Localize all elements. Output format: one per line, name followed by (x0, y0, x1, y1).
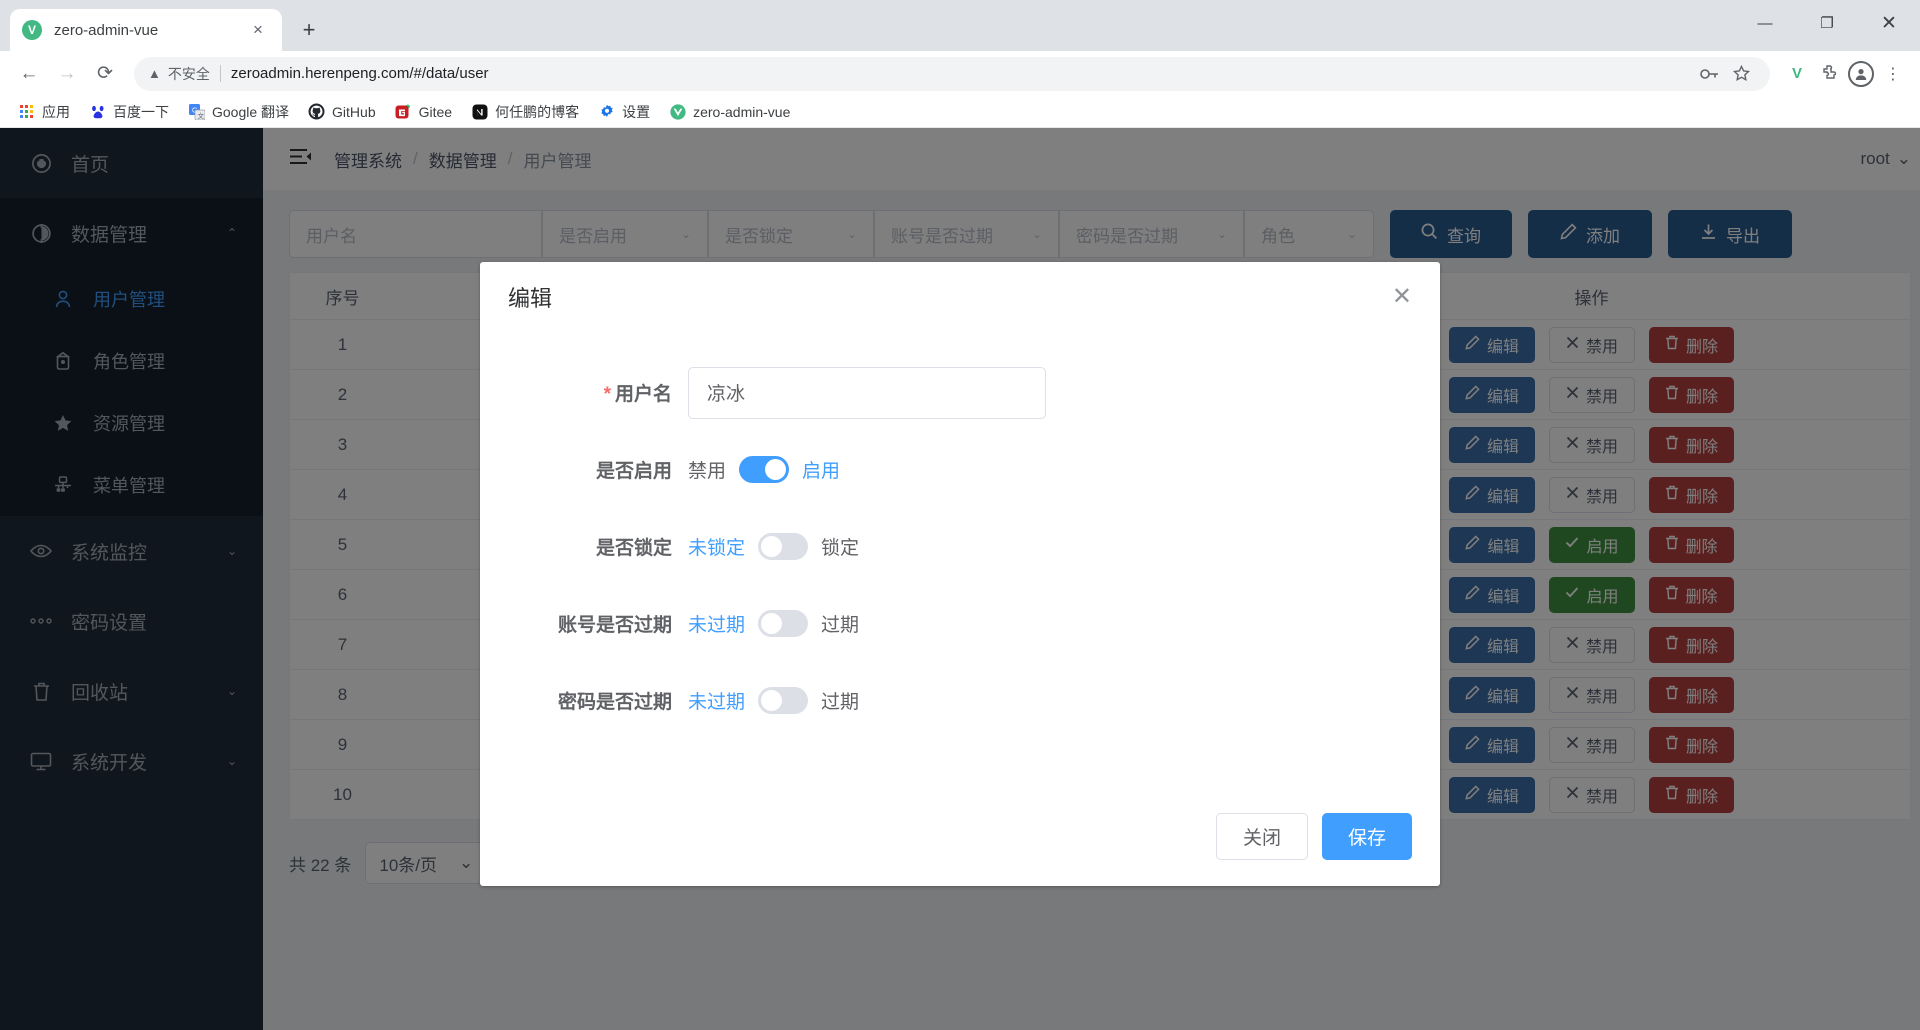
switch-knob (761, 613, 783, 634)
bookmark-google-translate[interactable]: G文 Google 翻译 (180, 99, 297, 125)
omnibox-actions (1694, 59, 1756, 89)
switch-knob (761, 690, 783, 711)
apps-grid-icon (18, 103, 35, 120)
dialog-body: * 用户名 凉冰 是否启用 禁用 启用 是否锁定 未锁定 锁定 账号是否过期 未过期 过期 密码是否… (480, 332, 1440, 739)
switch-group: 禁用 启用 (688, 456, 840, 483)
bookmark-zero-admin-vue[interactable]: zero-admin-vue (661, 100, 798, 123)
field-label: 是否启用 (595, 461, 672, 482)
new-tab-button[interactable]: + (292, 13, 326, 47)
dialog-header: 编辑 ✕ (480, 262, 1440, 332)
switch-knob (765, 459, 787, 480)
reload-button[interactable]: ⟳ (88, 57, 122, 91)
window-controls: — ❐ ✕ (1734, 0, 1920, 46)
minimize-button[interactable]: — (1734, 0, 1796, 46)
key-icon[interactable] (1694, 59, 1724, 89)
extensions-icon[interactable] (1814, 59, 1844, 89)
vue-logo-icon (669, 103, 686, 120)
navigation-bar: ← → ⟳ ▲ 不安全 zeroadmin.herenpeng.com/#/da… (0, 51, 1920, 96)
google-translate-icon: G文 (188, 103, 205, 120)
star-icon[interactable] (1726, 59, 1756, 89)
bookmark-label: zero-admin-vue (693, 103, 791, 120)
switch-right-label: 过期 (821, 692, 860, 713)
field-label: 是否锁定 (595, 538, 672, 559)
window-close-button[interactable]: ✕ (1858, 0, 1920, 46)
switch-group: 未过期 过期 (688, 610, 859, 637)
gear-icon (598, 103, 615, 120)
switch-group: 未过期 过期 (688, 687, 859, 714)
forward-button[interactable]: → (50, 57, 84, 91)
browser-window: V zero-admin-vue × + — ❐ ✕ ← → ⟳ ▲ 不安全 z… (0, 0, 1920, 1030)
bookmark-apps[interactable]: 应用 (10, 99, 78, 125)
switch-right-label: 锁定 (821, 538, 860, 559)
bookmark-label: 何任鹏的博客 (495, 103, 580, 120)
form-row-switch: 账号是否过期 未过期 过期 (480, 585, 1440, 662)
save-button[interactable]: 保存 (1321, 812, 1412, 860)
bookmark-label: Google 翻译 (212, 103, 290, 120)
address-bar[interactable]: ▲ 不安全 zeroadmin.herenpeng.com/#/data/use… (134, 56, 1770, 91)
avatar-icon[interactable] (1846, 59, 1876, 89)
switch-left-label: 未锁定 (688, 538, 746, 559)
three-dot-menu-icon[interactable]: ⋮ (1878, 59, 1908, 89)
switch-group: 未锁定 锁定 (688, 533, 859, 560)
vue-logo-icon: V (22, 20, 42, 40)
vue-devtools-icon[interactable]: V (1782, 59, 1812, 89)
field-label: 账号是否过期 (557, 615, 672, 636)
bookmark-label: 设置 (622, 103, 651, 120)
username-input[interactable]: 凉冰 (688, 366, 1046, 419)
edit-user-dialog: 编辑 ✕ * 用户名 凉冰 是否启用 禁用 启用 是否锁定 未锁定 锁定 账号是否过期 未过期过… (480, 262, 1440, 886)
required-mark: * (603, 384, 611, 405)
extension-icons: V ⋮ (1782, 59, 1908, 89)
bookmark-label: GitHub (332, 103, 376, 120)
bookmarks-bar: 应用 百度一下 G文 Google 翻译 GitHub Gitee (0, 96, 1920, 128)
bookmark-label: 百度一下 (113, 103, 169, 120)
bookmark-github[interactable]: GitHub (300, 100, 384, 123)
close-button[interactable]: 关闭 (1215, 812, 1308, 860)
field-label: 密码是否过期 (557, 692, 672, 713)
divider (219, 65, 221, 82)
form-switch-rows: 是否启用 禁用 启用 是否锁定 未锁定 锁定 账号是否过期 未过期 过期 密码是否过期 未过期 过期 (480, 431, 1440, 739)
svg-text:文: 文 (197, 111, 204, 120)
toggle-switch[interactable] (758, 610, 809, 637)
browser-tab[interactable]: V zero-admin-vue × (10, 9, 282, 51)
toggle-switch[interactable] (739, 456, 790, 483)
switch-left-label: 未过期 (688, 615, 746, 636)
switch-knob (761, 536, 783, 557)
close-icon[interactable]: × (246, 18, 270, 42)
dialog-footer: 关闭 保存 (480, 786, 1440, 886)
bookmark-baidu[interactable]: 百度一下 (81, 99, 177, 125)
tab-strip: V zero-admin-vue × + — ❐ ✕ (0, 0, 1920, 51)
insecure-label: 不安全 (167, 65, 210, 82)
switch-left-label: 未过期 (688, 692, 746, 713)
switch-right-label: 过期 (821, 615, 860, 636)
toggle-switch[interactable] (758, 687, 809, 714)
bookmark-settings[interactable]: 设置 (590, 99, 658, 125)
close-icon[interactable]: ✕ (1392, 285, 1412, 309)
switch-right-label: 启用 (802, 461, 841, 482)
form-row-username: * 用户名 凉冰 (480, 354, 1440, 431)
dialog-title: 编辑 (508, 286, 553, 311)
bookmark-blog[interactable]: 何任鹏的博客 (463, 99, 587, 125)
switch-left-label: 禁用 (688, 461, 727, 482)
bookmark-gitee[interactable]: Gitee (387, 100, 460, 123)
form-row-switch: 密码是否过期 未过期 过期 (480, 662, 1440, 739)
form-row-switch: 是否启用 禁用 启用 (480, 431, 1440, 508)
maximize-button[interactable]: ❐ (1796, 0, 1858, 46)
notion-icon (471, 103, 488, 120)
back-button[interactable]: ← (12, 57, 46, 91)
toggle-switch[interactable] (758, 533, 809, 560)
warning-triangle-icon: ▲ (148, 66, 161, 81)
gitee-icon (395, 103, 412, 120)
bookmark-label: Gitee (418, 103, 453, 120)
field-label-username: * 用户名 (603, 384, 672, 405)
tab-title: zero-admin-vue (54, 21, 159, 39)
url-text: zeroadmin.herenpeng.com/#/data/user (230, 65, 489, 82)
form-row-switch: 是否锁定 未锁定 锁定 (480, 508, 1440, 585)
baidu-icon (89, 103, 106, 120)
github-icon (308, 103, 325, 120)
bookmark-label: 应用 (42, 103, 70, 120)
